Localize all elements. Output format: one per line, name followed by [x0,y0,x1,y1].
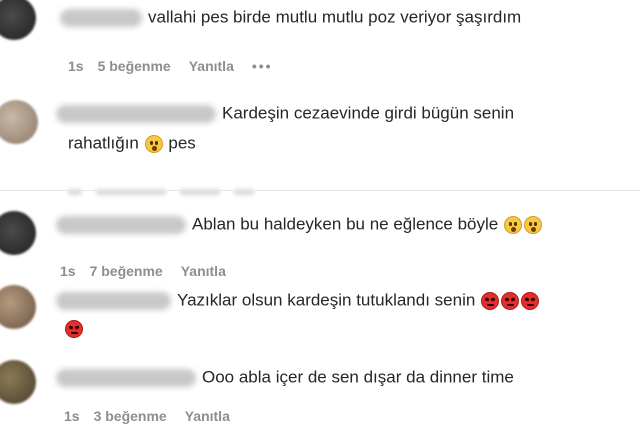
username-blurred[interactable] [56,104,216,123]
comment-text-line2: rahatlığın pes [68,130,196,157]
reply-button[interactable]: Yanıtla [181,263,226,279]
comment-time: 1s [64,408,80,424]
comment-meta: 1s 3 beğenme Yanıtla [64,408,248,424]
divider [0,190,640,191]
avatar[interactable] [0,285,36,329]
comment-text: Ooo abla içer de sen dışar da dinner tim… [56,364,514,391]
username-blurred[interactable] [56,368,196,387]
comment-body-line2b: pes [168,133,196,153]
comment-text-line2 [64,315,84,341]
angry-face-icon [521,291,540,310]
comment-text: vallahi pes birde mutlu mutlu poz veriyo… [60,4,521,31]
likes-count-button[interactable]: 3 beğenme [94,408,167,424]
reply-button[interactable]: Yanıtla [185,408,230,424]
username-blurred[interactable] [56,215,186,234]
comment-text: Yazıklar olsun kardeşin tutuklandı senin [56,287,540,314]
comment-body: vallahi pes birde mutlu mutlu poz veriyo… [148,7,522,27]
comment-body-line1: Kardeşin cezaevinde girdi bügün senin [222,103,515,123]
avatar[interactable] [0,100,38,144]
avatar[interactable] [0,360,36,404]
comment-text: Ablan bu haldeyken bu ne eğlence böyle [56,211,543,238]
likes-count-button[interactable]: 7 beğenme [90,263,163,279]
comment-time: 1s [68,58,84,74]
comment-body-line2a: rahatlığın [68,133,139,153]
hidden-meta-row [68,182,308,195]
angry-face-icon [481,291,500,310]
username-blurred[interactable] [56,291,171,310]
more-options-icon[interactable]: ••• [252,58,273,74]
comment-text: Kardeşin cezaevinde girdi bügün senin [56,100,514,127]
comment-body: Yazıklar olsun kardeşin tutuklandı senin [177,290,476,310]
astonished-face-icon [144,134,163,153]
comment-meta: 1s 5 beğenme Yanıtla ••• [68,58,291,74]
angry-face-icon [65,319,83,338]
comment-body: Ooo abla içer de sen dışar da dinner tim… [202,367,514,387]
avatar[interactable] [0,0,36,40]
username-blurred[interactable] [60,8,142,27]
avatar[interactable] [0,211,36,255]
comment-meta: 1s 7 beğenme Yanıtla [60,263,244,279]
likes-count-button[interactable]: 5 beğenme [98,58,171,74]
comment-time: 1s [60,263,76,279]
astonished-face-icon [523,215,542,234]
reply-button[interactable]: Yanıtla [189,58,234,74]
comment-body: Ablan bu haldeyken bu ne eğlence böyle [192,214,499,234]
angry-face-icon [501,291,520,310]
astonished-face-icon [503,215,522,234]
